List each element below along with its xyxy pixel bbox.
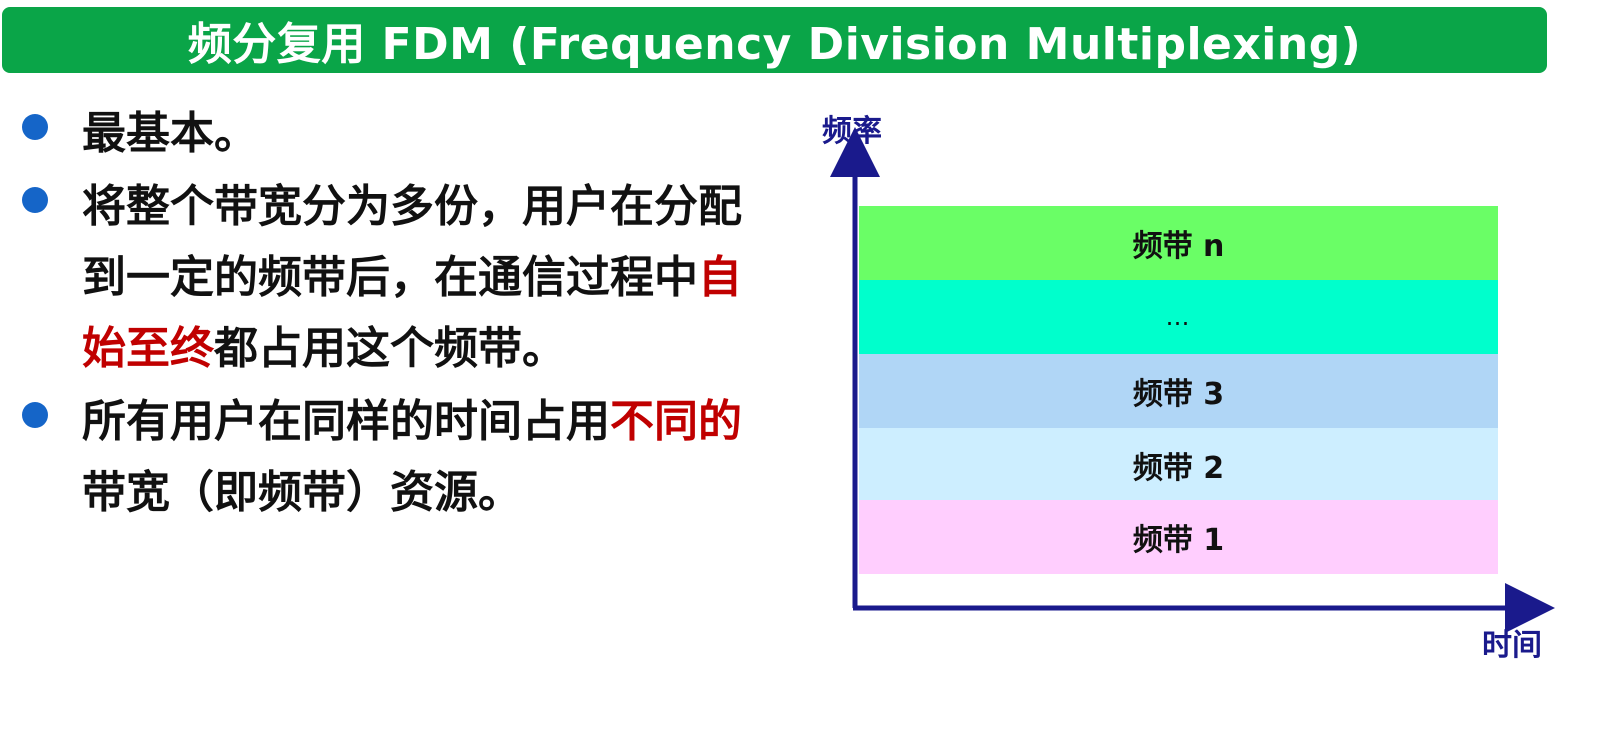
bullet-dot-icon bbox=[22, 402, 48, 428]
bullet-item: 所有用户在同样的时间占用不同的带宽（即频带）资源。 bbox=[18, 386, 778, 528]
bullet-highlight: 不同的 bbox=[610, 396, 742, 447]
bullet-list: 最基本。 将整个带宽分为多份，用户在分配到一定的频带后，在通信过程中自始至终都占… bbox=[18, 98, 778, 530]
slide: 频分复用 FDM (Frequency Division Multiplexin… bbox=[0, 0, 1611, 737]
bullet-text-segment: 所有用户在同样的时间占用 bbox=[82, 396, 610, 447]
x-axis-label: 时间 bbox=[1482, 628, 1542, 663]
axes bbox=[830, 127, 1555, 633]
bullet-text: 将整个带宽分为多份，用户在分配到一定的频带后，在通信过程中自始至终都占用这个频带… bbox=[82, 171, 772, 384]
bullet-item: 将整个带宽分为多份，用户在分配到一定的频带后，在通信过程中自始至终都占用这个频带… bbox=[18, 171, 778, 384]
bullet-dot-icon bbox=[22, 187, 48, 213]
bullet-text-segment: 将整个带宽分为多份，用户在分配到一定的频带后，在通信过程中 bbox=[82, 181, 742, 303]
bullet-item: 最基本。 bbox=[18, 98, 778, 169]
page-title: 频分复用 FDM (Frequency Division Multiplexin… bbox=[187, 19, 1362, 70]
y-axis-label: 频率 bbox=[822, 114, 882, 149]
bullet-text: 所有用户在同样的时间占用不同的带宽（即频带）资源。 bbox=[82, 386, 772, 528]
bullet-text-segment: 最基本。 bbox=[82, 108, 258, 159]
bullet-text: 最基本。 bbox=[82, 98, 772, 169]
fdm-diagram: 频率 时间 bbox=[800, 100, 1600, 670]
title-bar: 频分复用 FDM (Frequency Division Multiplexin… bbox=[2, 7, 1547, 73]
corner-logo bbox=[1411, 0, 1611, 4]
bullet-dot-icon bbox=[22, 114, 48, 140]
bullet-text-segment: 带宽（即频带）资源。 bbox=[82, 467, 522, 518]
bullet-text-segment: 都占用这个频带。 bbox=[214, 323, 566, 374]
